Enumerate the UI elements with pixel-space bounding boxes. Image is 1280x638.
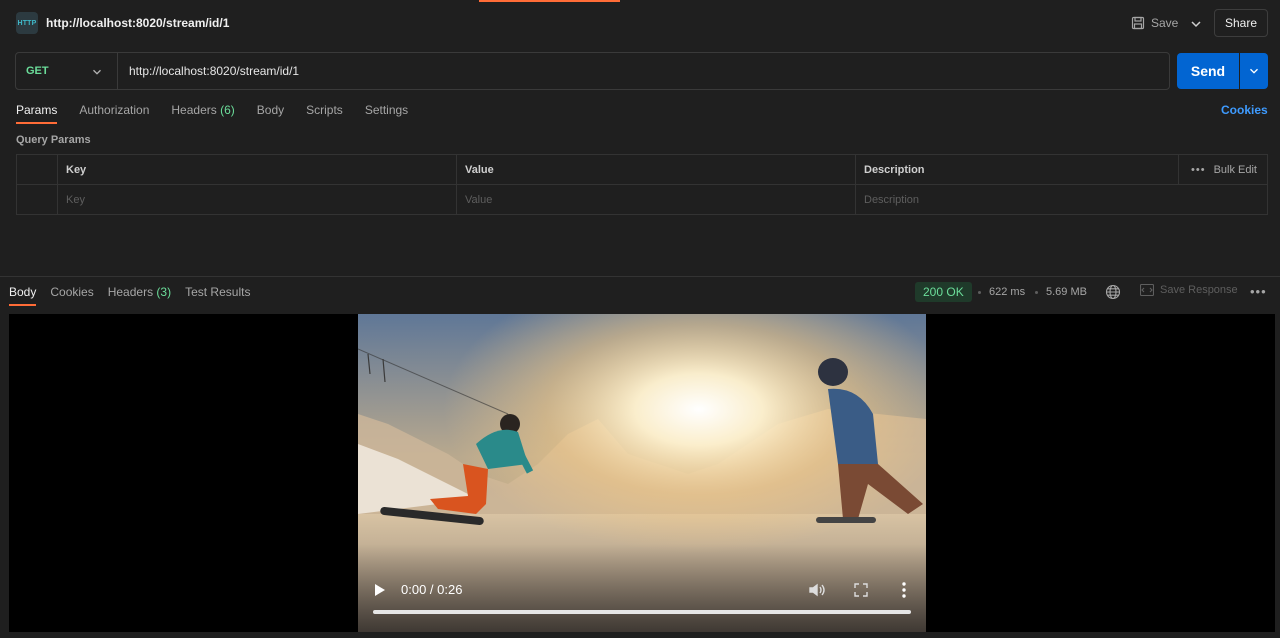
response-headers-count-badge: (3) [156, 285, 172, 299]
column-header-value: Value [456, 155, 856, 185]
cookies-link[interactable]: Cookies [1221, 103, 1268, 117]
key-input[interactable]: Key [57, 185, 457, 215]
http-request-icon: HTTP [16, 12, 38, 34]
response-tab-cookies[interactable]: Cookies [50, 285, 93, 307]
separator-dot [978, 291, 981, 294]
response-tab-headers[interactable]: Headers (3) [108, 285, 171, 307]
separator-dot [1035, 291, 1038, 294]
column-header-description: Description [855, 155, 1179, 185]
response-divider[interactable] [0, 276, 1280, 277]
save-icon [1131, 16, 1145, 30]
more-options-icon[interactable]: ••• [1250, 284, 1267, 299]
more-vertical-icon[interactable] [898, 581, 910, 599]
fullscreen-icon[interactable] [853, 582, 869, 598]
video-progress-bar[interactable] [373, 610, 911, 614]
save-options-chevron-icon[interactable] [1188, 16, 1204, 32]
save-response-icon [1140, 284, 1154, 296]
more-horizontal-icon: ••• [1191, 164, 1206, 176]
save-response-button[interactable]: Save Response [1140, 284, 1238, 296]
column-header-key: Key [57, 155, 457, 185]
table-header-row: Key Value Description ••• Bulk Edit [17, 155, 1267, 185]
status-badge[interactable]: 200 OK [915, 282, 972, 302]
url-input[interactable]: http://localhost:8020/stream/id/1 [129, 64, 299, 78]
send-button[interactable]: Send [1177, 53, 1239, 89]
description-input[interactable]: Description [855, 185, 1267, 215]
response-size[interactable]: 5.69 MB [1046, 286, 1087, 298]
method-select[interactable]: GET [26, 65, 49, 77]
video-time-display: 0:00 / 0:26 [401, 582, 463, 597]
response-tabs: Body Cookies Headers (3) Test Results [9, 285, 264, 307]
play-icon[interactable] [374, 583, 386, 597]
share-button[interactable]: Share [1214, 9, 1268, 37]
response-tab-body[interactable]: Body [9, 285, 37, 307]
tab-params[interactable]: Params [16, 103, 58, 125]
chevron-down-icon [1250, 68, 1258, 74]
headers-count-badge: (6) [220, 103, 235, 117]
request-tabs: Params Authorization Headers (6) Body Sc… [16, 103, 430, 125]
send-options-button[interactable] [1240, 53, 1268, 89]
tab-scripts[interactable]: Scripts [306, 103, 343, 125]
query-params-label: Query Params [16, 134, 91, 146]
bulk-edit-button[interactable]: ••• Bulk Edit [1191, 155, 1257, 185]
bulk-edit-label: Bulk Edit [1213, 164, 1257, 176]
tab-headers[interactable]: Headers (6) [171, 103, 234, 125]
tab-body[interactable]: Body [257, 103, 284, 125]
globe-icon[interactable] [1105, 284, 1121, 300]
tab-settings[interactable]: Settings [365, 103, 408, 125]
tab-authorization[interactable]: Authorization [79, 103, 149, 125]
volume-icon[interactable] [808, 581, 826, 599]
value-input[interactable]: Value [456, 185, 856, 215]
save-button[interactable]: Save [1131, 13, 1178, 33]
table-row: Key Value Description [17, 185, 1267, 215]
response-tab-test-results[interactable]: Test Results [185, 285, 250, 307]
title-bar: HTTP http://localhost:8020/stream/id/1 S… [0, 0, 1280, 46]
response-time[interactable]: 622 ms [989, 286, 1025, 298]
url-divider [117, 53, 118, 89]
request-title[interactable]: http://localhost:8020/stream/id/1 [46, 16, 229, 30]
save-label: Save [1151, 16, 1179, 30]
save-response-label: Save Response [1160, 284, 1238, 296]
query-params-table: Key Value Description ••• Bulk Edit Key … [16, 154, 1268, 215]
method-chevron-down-icon[interactable] [90, 65, 104, 79]
url-bar: GET http://localhost:8020/stream/id/1 [15, 52, 1170, 90]
